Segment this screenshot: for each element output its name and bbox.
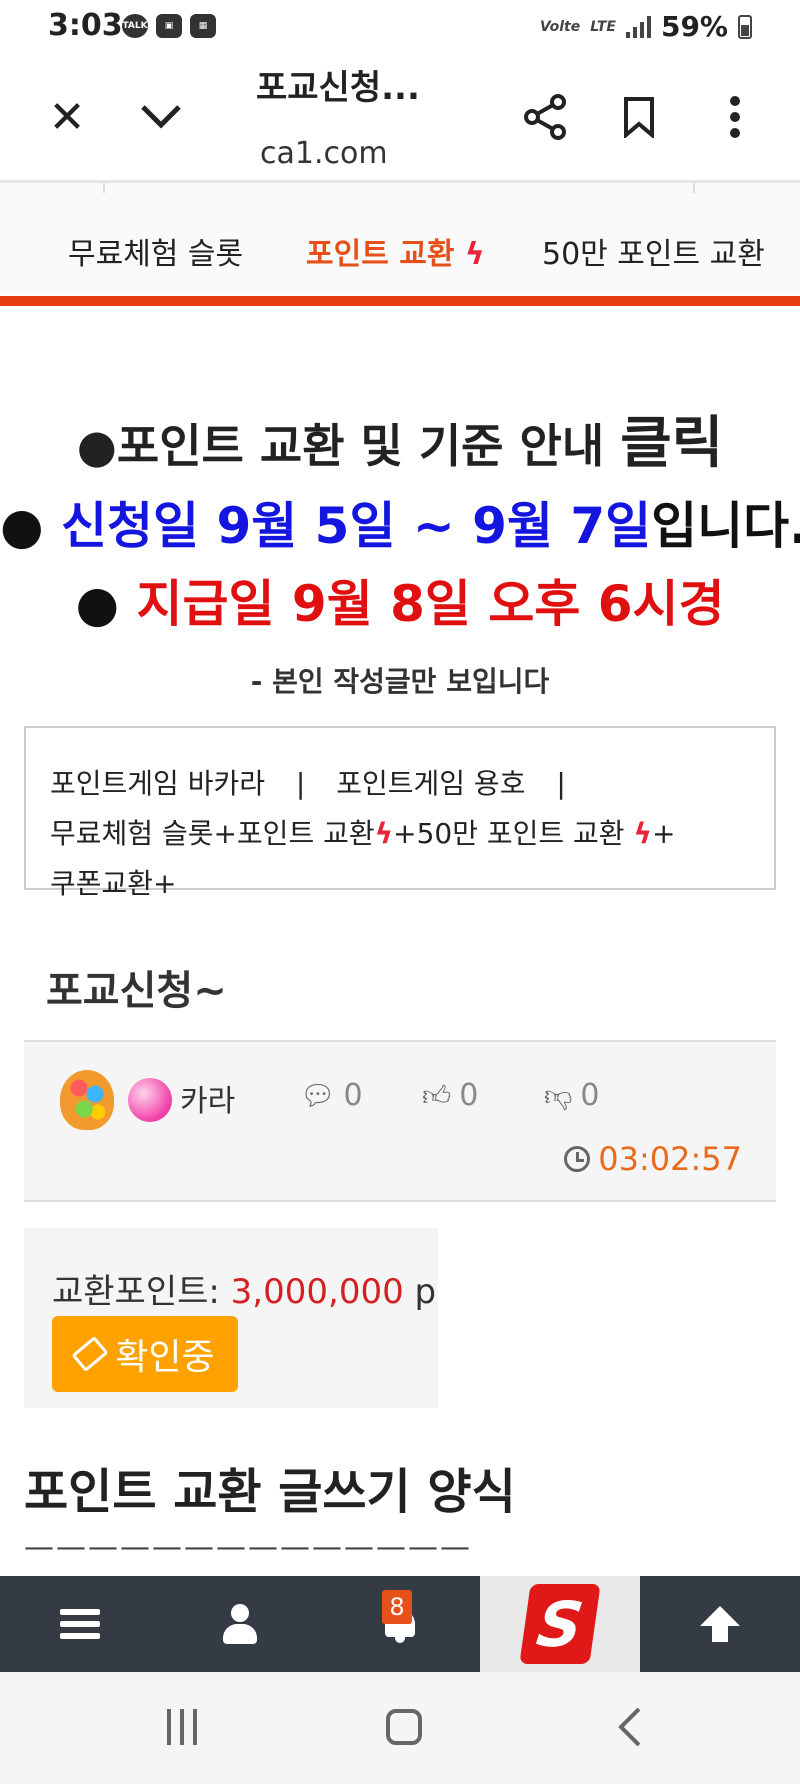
exchange-points-unit: p [403, 1272, 437, 1312]
image-icon: ▣ [156, 14, 182, 38]
nav-free-slot[interactable]: 무료체험 슬롯 [68, 229, 243, 273]
post-title: 포교신청~ [46, 968, 227, 1014]
nav-point-exchange[interactable]: 포인트 교환 ϟ [306, 229, 485, 273]
nav-underline [0, 296, 800, 306]
board-category-box: 포인트게임 바카라 | 포인트게임 용호 | 무료체험 슬롯+포인트 교환ϟ+5… [24, 726, 776, 900]
dislike-count-value: 0 [580, 1078, 600, 1113]
system-nav [0, 1672, 800, 1784]
nav-dividers [103, 183, 695, 193]
comment-icon: 💬︎ [300, 1079, 336, 1112]
menu-button[interactable] [0, 1576, 160, 1672]
author-name[interactable]: 카라 [180, 1076, 235, 1120]
notification-badge: 8 [382, 1590, 412, 1624]
signal-icon [625, 15, 651, 38]
status-label: 확인중 [115, 1337, 215, 1378]
comment-count: 💬︎ 0 [300, 1078, 363, 1113]
like-count[interactable]: 👍︎ 0 [422, 1078, 478, 1113]
close-icon[interactable]: ✕ [42, 92, 92, 143]
notice-payment-date: ● 지급일 9월 8일 오후 6시경 [0, 564, 800, 636]
like-count-value: 0 [459, 1078, 479, 1113]
arrow-up-icon [700, 1606, 740, 1642]
exchange-points: 교환포인트: 3,000,000 p [52, 1264, 436, 1313]
category-500k-exchange[interactable]: +50만 포인트 교환 [393, 817, 624, 850]
lightning-icon: ϟ [464, 237, 485, 272]
separator: | [295, 767, 306, 800]
status-bar: 3:03 TALK ▣ ▦ Volte LTE 59% [0, 0, 800, 52]
battery-icon [738, 14, 752, 39]
lightning-icon: ϟ [374, 817, 394, 850]
bullet: ● [75, 575, 137, 633]
bottom-nav: 8 S [0, 1576, 800, 1672]
scroll-top-button[interactable] [640, 1576, 800, 1672]
thumbs-down-icon: 👎︎ [544, 1078, 573, 1112]
notice-guide-link[interactable]: 클릭 [620, 411, 723, 476]
back-icon[interactable] [610, 1702, 650, 1752]
nav-point-exchange-label: 포인트 교환 [306, 237, 455, 272]
battery-percent: 59% [660, 10, 728, 43]
nav-500k-exchange[interactable]: 50만 포인트 교환 [542, 229, 765, 273]
notice-own-posts: - 본인 작성글만 보입니다 [250, 665, 550, 698]
avatar[interactable] [60, 1070, 114, 1130]
thumbs-up-icon: 👍︎ [422, 1078, 452, 1112]
home-icon[interactable] [384, 1702, 424, 1752]
talk-icon: TALK [122, 14, 148, 38]
share-icon[interactable] [520, 92, 570, 142]
status-time: 3:03 [48, 8, 123, 43]
bullet: ● [0, 497, 62, 555]
category-row-2: 무료체험 슬롯+포인트 교환ϟ+50만 포인트 교환 ϟ+ [50, 812, 675, 852]
more-options-icon[interactable] [710, 92, 760, 142]
user-icon [223, 1604, 257, 1644]
comment-count-value: 0 [343, 1078, 363, 1113]
category-free-slot-exchange[interactable]: 무료체험 슬롯+포인트 교환 [50, 817, 375, 850]
apply-suffix: 입니다. [651, 497, 800, 555]
site-logo: S [519, 1584, 601, 1664]
url-text[interactable]: ca1.com [260, 136, 388, 171]
hamburger-icon [60, 1609, 100, 1639]
chevron-down-icon[interactable] [136, 92, 186, 142]
exchange-points-label: 교환포인트: [52, 1272, 231, 1312]
category-baccarat[interactable]: 포인트게임 바카라 [50, 767, 265, 800]
post-meta: 카라 💬︎ 0 👍︎ 0 👎︎ 0 03:02:57 [24, 1040, 776, 1202]
exchange-points-value: 3,000,000 [230, 1272, 404, 1312]
status-notification-icons: TALK ▣ ▦ [122, 14, 216, 38]
lte-label: LTE [590, 18, 616, 35]
payment-date: 지급일 9월 8일 오후 6시경 [136, 575, 725, 633]
level-icon [128, 1078, 172, 1122]
notice-guide: ●포인트 교환 및 기준 안내 클릭 [0, 398, 800, 479]
profile-button[interactable] [160, 1576, 320, 1672]
lightning-icon: ϟ [633, 817, 652, 850]
category-nav: 무료체험 슬롯 포인트 교환 ϟ 50만 포인트 교환 [0, 180, 800, 292]
status-checking-button[interactable]: 확인중 [52, 1316, 238, 1392]
notice-guide-text: ●포인트 교환 및 기준 안내 [76, 419, 621, 473]
ticket-icon [71, 1335, 109, 1373]
clock-icon [564, 1146, 591, 1172]
category-row-1: 포인트게임 바카라 | 포인트게임 용호 | [50, 762, 566, 802]
browser-toolbar: ✕ 포교신청... ca1.com [0, 52, 800, 180]
category-coupon[interactable]: 쿠폰교환+ [50, 862, 177, 902]
recent-apps-icon[interactable] [162, 1702, 202, 1752]
volte-label: Volte [539, 18, 581, 35]
notice-apply-period: ● 신청일 9월 5일 ~ 9월 7일입니다. [0, 486, 800, 558]
separator: | [556, 767, 566, 800]
apply-dates: 신청일 9월 5일 ~ 9월 7일 [61, 497, 652, 555]
post-time-value: 03:02:57 [598, 1140, 742, 1178]
exchange-info: 교환포인트: 3,000,000 p 확인중 [24, 1228, 438, 1408]
dislike-count[interactable]: 👎︎ 0 [544, 1078, 600, 1113]
status-right: Volte LTE 59% [540, 10, 752, 43]
form-heading: 포인트 교환 글쓰기 양식 [24, 1464, 516, 1520]
site-logo-button[interactable]: S [480, 1576, 640, 1672]
form-divider: —————————————— [24, 1530, 472, 1565]
category-dragon-tiger[interactable]: 포인트게임 용호 [336, 767, 525, 800]
calendar-icon: ▦ [190, 14, 216, 38]
page-title: 포교신청... [256, 68, 420, 108]
plus: + [651, 817, 676, 850]
post-time: 03:02:57 [564, 1140, 742, 1178]
bookmark-icon[interactable] [614, 92, 664, 142]
